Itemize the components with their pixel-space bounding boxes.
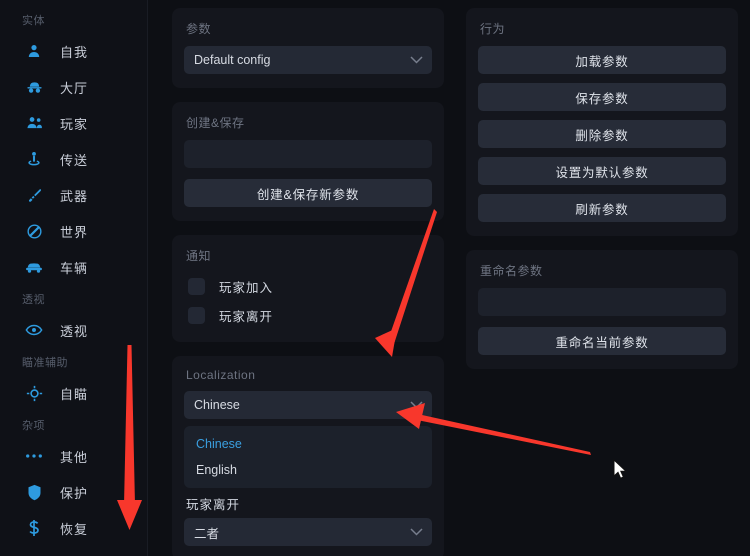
create-save-card: 创建&保存 创建&保存新参数: [172, 102, 444, 221]
sidebar-item-players[interactable]: 玩家: [6, 105, 141, 141]
ellipsis-icon: [24, 446, 44, 466]
save-params-button[interactable]: 保存参数: [478, 83, 726, 111]
sidebar-item-label: 恢复: [60, 521, 89, 537]
sidebar-item-lobby[interactable]: 大厅: [6, 69, 141, 105]
shield-icon: [24, 482, 44, 502]
localization-card: Localization Chinese Chinese English 玩家离…: [172, 356, 444, 556]
localization-option-chinese[interactable]: Chinese: [184, 431, 432, 457]
player-leave-label: 玩家离开: [186, 498, 241, 512]
chevron-down-icon: [410, 396, 423, 414]
sidebar-item-aimbot[interactable]: 自瞄: [6, 375, 141, 411]
rename-title: 重命名参数: [480, 264, 543, 278]
car-icon: [24, 257, 44, 277]
app-window: 实体 自我 大厅 玩家 传送 武器 世界 车辆 透视 透视 瞄准辅助 自瞄 杂项…: [0, 0, 750, 556]
rename-card: 重命名参数 重命名当前参数: [466, 250, 738, 369]
behavior-card: 行为 加载参数 保存参数 删除参数 设置为默认参数 刷新参数: [466, 8, 738, 236]
sidebar-item-label: 自我: [60, 44, 89, 60]
right-column: 行为 加载参数 保存参数 删除参数 设置为默认参数 刷新参数 重命名参数 重命名…: [466, 8, 738, 556]
sidebar-item-label: 传送: [60, 152, 89, 168]
sidebar-item-label: 玩家: [60, 116, 89, 132]
localization-select[interactable]: Chinese: [184, 391, 432, 419]
checkbox[interactable]: [188, 306, 205, 324]
create-save-title: 创建&保存: [186, 116, 245, 130]
sidebar-item-esp[interactable]: 透视: [6, 312, 141, 348]
localization-option-english[interactable]: English: [184, 457, 432, 483]
sidebar-item-label: 保护: [60, 485, 89, 501]
set-default-params-button[interactable]: 设置为默认参数: [478, 157, 726, 185]
mouse-cursor: [613, 459, 628, 479]
sidebar-item-world[interactable]: 世界: [6, 213, 141, 249]
sidebar-item-label: 车辆: [60, 260, 89, 276]
sidebar-item-self[interactable]: 自我: [6, 33, 141, 69]
sidebar: 实体 自我 大厅 玩家 传送 武器 世界 车辆 透视 透视 瞄准辅助 自瞄 杂项…: [0, 0, 148, 556]
sidebar-item-teleport[interactable]: 传送: [6, 141, 141, 177]
create-save-button[interactable]: 创建&保存新参数: [184, 179, 432, 207]
params-title: 参数: [186, 22, 212, 36]
people-icon: [24, 113, 44, 133]
notify-player-join-row[interactable]: 玩家加入: [184, 273, 432, 299]
load-params-button[interactable]: 加载参数: [478, 46, 726, 74]
person-icon: [24, 41, 44, 61]
rename-input[interactable]: [478, 288, 726, 316]
incognito-hat-icon: [24, 77, 44, 97]
params-select[interactable]: Default config: [184, 46, 432, 74]
sidebar-item-vehicles[interactable]: 车辆: [6, 249, 141, 285]
params-select-value: Default config: [194, 53, 271, 67]
notify-option-label: 玩家离开: [219, 309, 274, 324]
chevron-down-icon: [410, 523, 423, 541]
sidebar-item-other[interactable]: 其他: [6, 438, 141, 474]
create-save-input[interactable]: [184, 140, 432, 168]
notify-player-leave-row[interactable]: 玩家离开: [184, 302, 432, 328]
sidebar-item-label: 其他: [60, 449, 89, 465]
sidebar-category-esp: 透视: [22, 294, 45, 306]
localization-dropdown-list[interactable]: Chinese English: [184, 426, 432, 488]
center-column: 参数 Default config 创建&保存 创建&保存新参数 通知 玩家加入: [172, 8, 444, 556]
main-content: 参数 Default config 创建&保存 创建&保存新参数 通知 玩家加入: [148, 0, 750, 556]
eye-icon: [24, 320, 44, 340]
sidebar-item-recovery[interactable]: 恢复: [6, 510, 141, 546]
sidebar-item-label: 自瞄: [60, 386, 89, 402]
teleport-icon: [24, 149, 44, 169]
sidebar-item-label: 透视: [60, 323, 89, 339]
params-card: 参数 Default config: [172, 8, 444, 88]
player-leave-select-value: 二者: [194, 526, 220, 541]
sidebar-item-weapons[interactable]: 武器: [6, 177, 141, 213]
sidebar-category-entities: 实体: [22, 15, 45, 27]
notify-option-label: 玩家加入: [219, 280, 274, 295]
sidebar-item-label: 世界: [60, 224, 89, 240]
delete-params-button[interactable]: 删除参数: [478, 120, 726, 148]
sidebar-category-aim-assist: 瞄准辅助: [22, 357, 68, 369]
rename-current-button[interactable]: 重命名当前参数: [478, 327, 726, 355]
globe-icon: [24, 221, 44, 241]
sidebar-item-fake[interactable]: 虚假: [6, 546, 141, 556]
behavior-title: 行为: [480, 22, 506, 36]
sidebar-item-label: 武器: [60, 188, 89, 204]
sidebar-item-label: 大厅: [60, 80, 89, 96]
player-leave-select[interactable]: 二者: [184, 518, 432, 546]
sidebar-item-protection[interactable]: 保护: [6, 474, 141, 510]
dollar-icon: [24, 518, 44, 538]
refresh-params-button[interactable]: 刷新参数: [478, 194, 726, 222]
localization-title: Localization: [186, 368, 256, 382]
sidebar-category-misc: 杂项: [22, 420, 45, 432]
knife-icon: [24, 185, 44, 205]
localization-select-value: Chinese: [194, 398, 240, 412]
crosshair-icon: [24, 383, 44, 403]
notify-card: 通知 玩家加入 玩家离开: [172, 235, 444, 342]
checkbox[interactable]: [188, 277, 205, 295]
notify-title: 通知: [186, 249, 212, 263]
chevron-down-icon: [410, 51, 423, 69]
